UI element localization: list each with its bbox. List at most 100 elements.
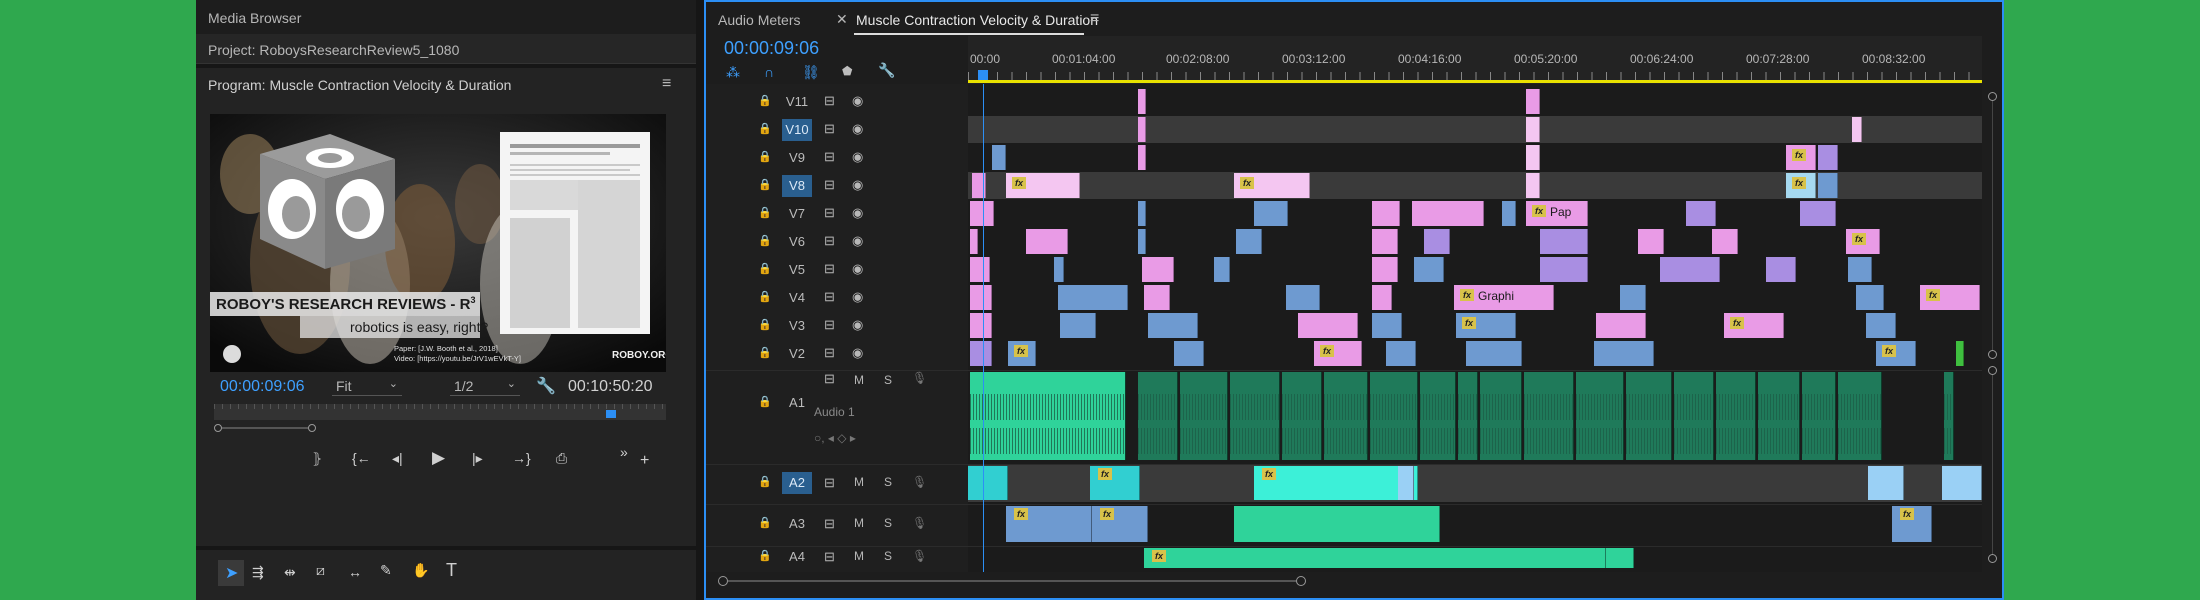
video-clip[interactable]: [1594, 341, 1654, 366]
video-clip[interactable]: fx: [1456, 313, 1516, 338]
mute-button[interactable]: M: [854, 516, 864, 530]
track-label-a2[interactable]: A2: [782, 472, 812, 494]
type-tool-icon[interactable]: T: [446, 560, 457, 581]
mute-button[interactable]: M: [854, 475, 864, 489]
wrench-icon[interactable]: 🔧: [878, 62, 895, 79]
audio-clip[interactable]: [1282, 372, 1322, 460]
video-clip[interactable]: fx: [1920, 285, 1980, 310]
audio-clip[interactable]: [1376, 548, 1606, 568]
step-forward-icon[interactable]: |▸: [472, 450, 483, 467]
audio-clip[interactable]: fx: [1090, 466, 1140, 500]
audio-clip[interactable]: [970, 372, 1126, 460]
video-clip[interactable]: fx Pap: [1526, 201, 1588, 226]
mute-button[interactable]: M: [854, 549, 864, 563]
selection-tool[interactable]: ➤: [218, 560, 244, 586]
audio-clip[interactable]: [1944, 372, 1954, 460]
zoom-bar[interactable]: [214, 424, 666, 432]
eye-icon[interactable]: ◉: [852, 317, 863, 333]
video-clip[interactable]: [1540, 229, 1588, 254]
toggle-sync-lock-icon[interactable]: ⊟: [824, 233, 835, 249]
pen-icon[interactable]: ✎: [380, 562, 392, 579]
track-label-v8[interactable]: V8: [782, 175, 812, 197]
video-clip[interactable]: [1956, 341, 1964, 366]
video-clip[interactable]: fx: [1724, 313, 1784, 338]
keyframe-controls[interactable]: ○, ◂ ◇ ▸: [814, 431, 856, 445]
lock-icon[interactable]: 🔒: [758, 549, 772, 562]
time-ruler[interactable]: 00:00 00:01:04:00 00:02:08:00 00:03:12:0…: [968, 36, 1982, 84]
toggle-sync-lock-icon[interactable]: ⊟: [824, 261, 835, 277]
audio-clip[interactable]: [968, 466, 1008, 500]
microphone-icon[interactable]: 🎙: [912, 549, 927, 563]
audio-clip[interactable]: [1942, 466, 1982, 500]
toggle-sync-lock-icon[interactable]: ⊟: [824, 516, 835, 532]
video-clip[interactable]: [970, 313, 992, 338]
video-clip[interactable]: [1138, 89, 1146, 114]
toggle-sync-lock-icon[interactable]: ⊟: [824, 289, 835, 305]
video-clip[interactable]: [1424, 229, 1450, 254]
panel-menu-icon[interactable]: ≡: [662, 75, 671, 93]
track-label-v3[interactable]: V3: [782, 315, 812, 337]
track-label-a1[interactable]: A1: [782, 392, 812, 414]
zoom-handle-left[interactable]: [718, 576, 728, 586]
track-label-v5[interactable]: V5: [782, 259, 812, 281]
lock-icon[interactable]: 🔒: [758, 178, 772, 191]
mark-out-icon[interactable]: ⦄: [312, 450, 322, 467]
track-lane[interactable]: [968, 228, 1982, 255]
video-clip[interactable]: [1138, 229, 1146, 254]
video-clip[interactable]: [1148, 313, 1198, 338]
audio-clip[interactable]: [1230, 372, 1280, 460]
video-clip[interactable]: [1372, 201, 1400, 226]
video-clip[interactable]: fx: [1234, 173, 1310, 198]
marker-icon[interactable]: ⬟: [842, 64, 852, 78]
slip-icon[interactable]: ↔: [348, 564, 362, 580]
track-lane[interactable]: [968, 116, 1982, 143]
video-clip[interactable]: [1372, 313, 1402, 338]
video-clip[interactable]: [1286, 285, 1320, 310]
video-clip[interactable]: [1058, 285, 1128, 310]
audio-clip[interactable]: [1576, 372, 1624, 460]
video-clip[interactable]: [1372, 285, 1392, 310]
microphone-icon[interactable]: 🎙: [912, 475, 927, 489]
audio-clip[interactable]: [1324, 372, 1368, 460]
solo-button[interactable]: S: [884, 516, 892, 530]
ripple-edit-icon[interactable]: ⇹: [284, 564, 296, 581]
toggle-sync-lock-icon[interactable]: ⊟: [824, 371, 835, 387]
video-clip[interactable]: [1800, 201, 1836, 226]
fit-dropdown[interactable]: Fit ⌄: [332, 376, 402, 396]
lock-icon[interactable]: 🔒: [758, 290, 772, 303]
video-clip[interactable]: [1298, 313, 1358, 338]
video-clip[interactable]: [970, 341, 992, 366]
track-label-a3[interactable]: A3: [782, 513, 812, 535]
video-clip[interactable]: [1236, 229, 1262, 254]
audio-clip[interactable]: [1524, 372, 1574, 460]
audio-clip[interactable]: fx: [1254, 466, 1418, 500]
media-browser-title[interactable]: Media Browser: [208, 10, 301, 26]
track-label-v10[interactable]: V10: [782, 119, 812, 141]
video-clip[interactable]: [1638, 229, 1664, 254]
playhead-handle[interactable]: [978, 70, 988, 80]
audio-clip[interactable]: fx: [1892, 506, 1932, 542]
track-lane[interactable]: [968, 88, 1982, 115]
video-clip[interactable]: [1214, 257, 1230, 282]
resolution-dropdown[interactable]: 1/2 ⌄: [450, 376, 520, 396]
program-title[interactable]: Program: Muscle Contraction Velocity & D…: [208, 77, 511, 93]
work-area-bar[interactable]: [968, 80, 1982, 83]
video-clip[interactable]: fx: [1314, 341, 1362, 366]
toggle-sync-lock-icon[interactable]: ⊟: [824, 317, 835, 333]
video-clip[interactable]: fx Graphi: [1454, 285, 1554, 310]
video-clip[interactable]: [1686, 201, 1716, 226]
video-clip[interactable]: [1848, 257, 1872, 282]
eye-icon[interactable]: ◉: [852, 149, 863, 165]
hand-icon[interactable]: ✋: [412, 562, 429, 579]
nest-icon[interactable]: ⁂: [726, 64, 740, 81]
horizontal-scrollbar[interactable]: [706, 572, 2002, 598]
lock-icon[interactable]: 🔒: [758, 206, 772, 219]
video-clip[interactable]: [1620, 285, 1646, 310]
go-to-in-icon[interactable]: {←: [352, 450, 371, 466]
video-clip[interactable]: [1856, 285, 1884, 310]
video-clip[interactable]: [1412, 201, 1484, 226]
step-back-icon[interactable]: ◂|: [392, 450, 403, 467]
eye-icon[interactable]: ◉: [852, 345, 863, 361]
video-clip[interactable]: [1466, 341, 1522, 366]
zoom-handle-left[interactable]: [214, 424, 222, 432]
